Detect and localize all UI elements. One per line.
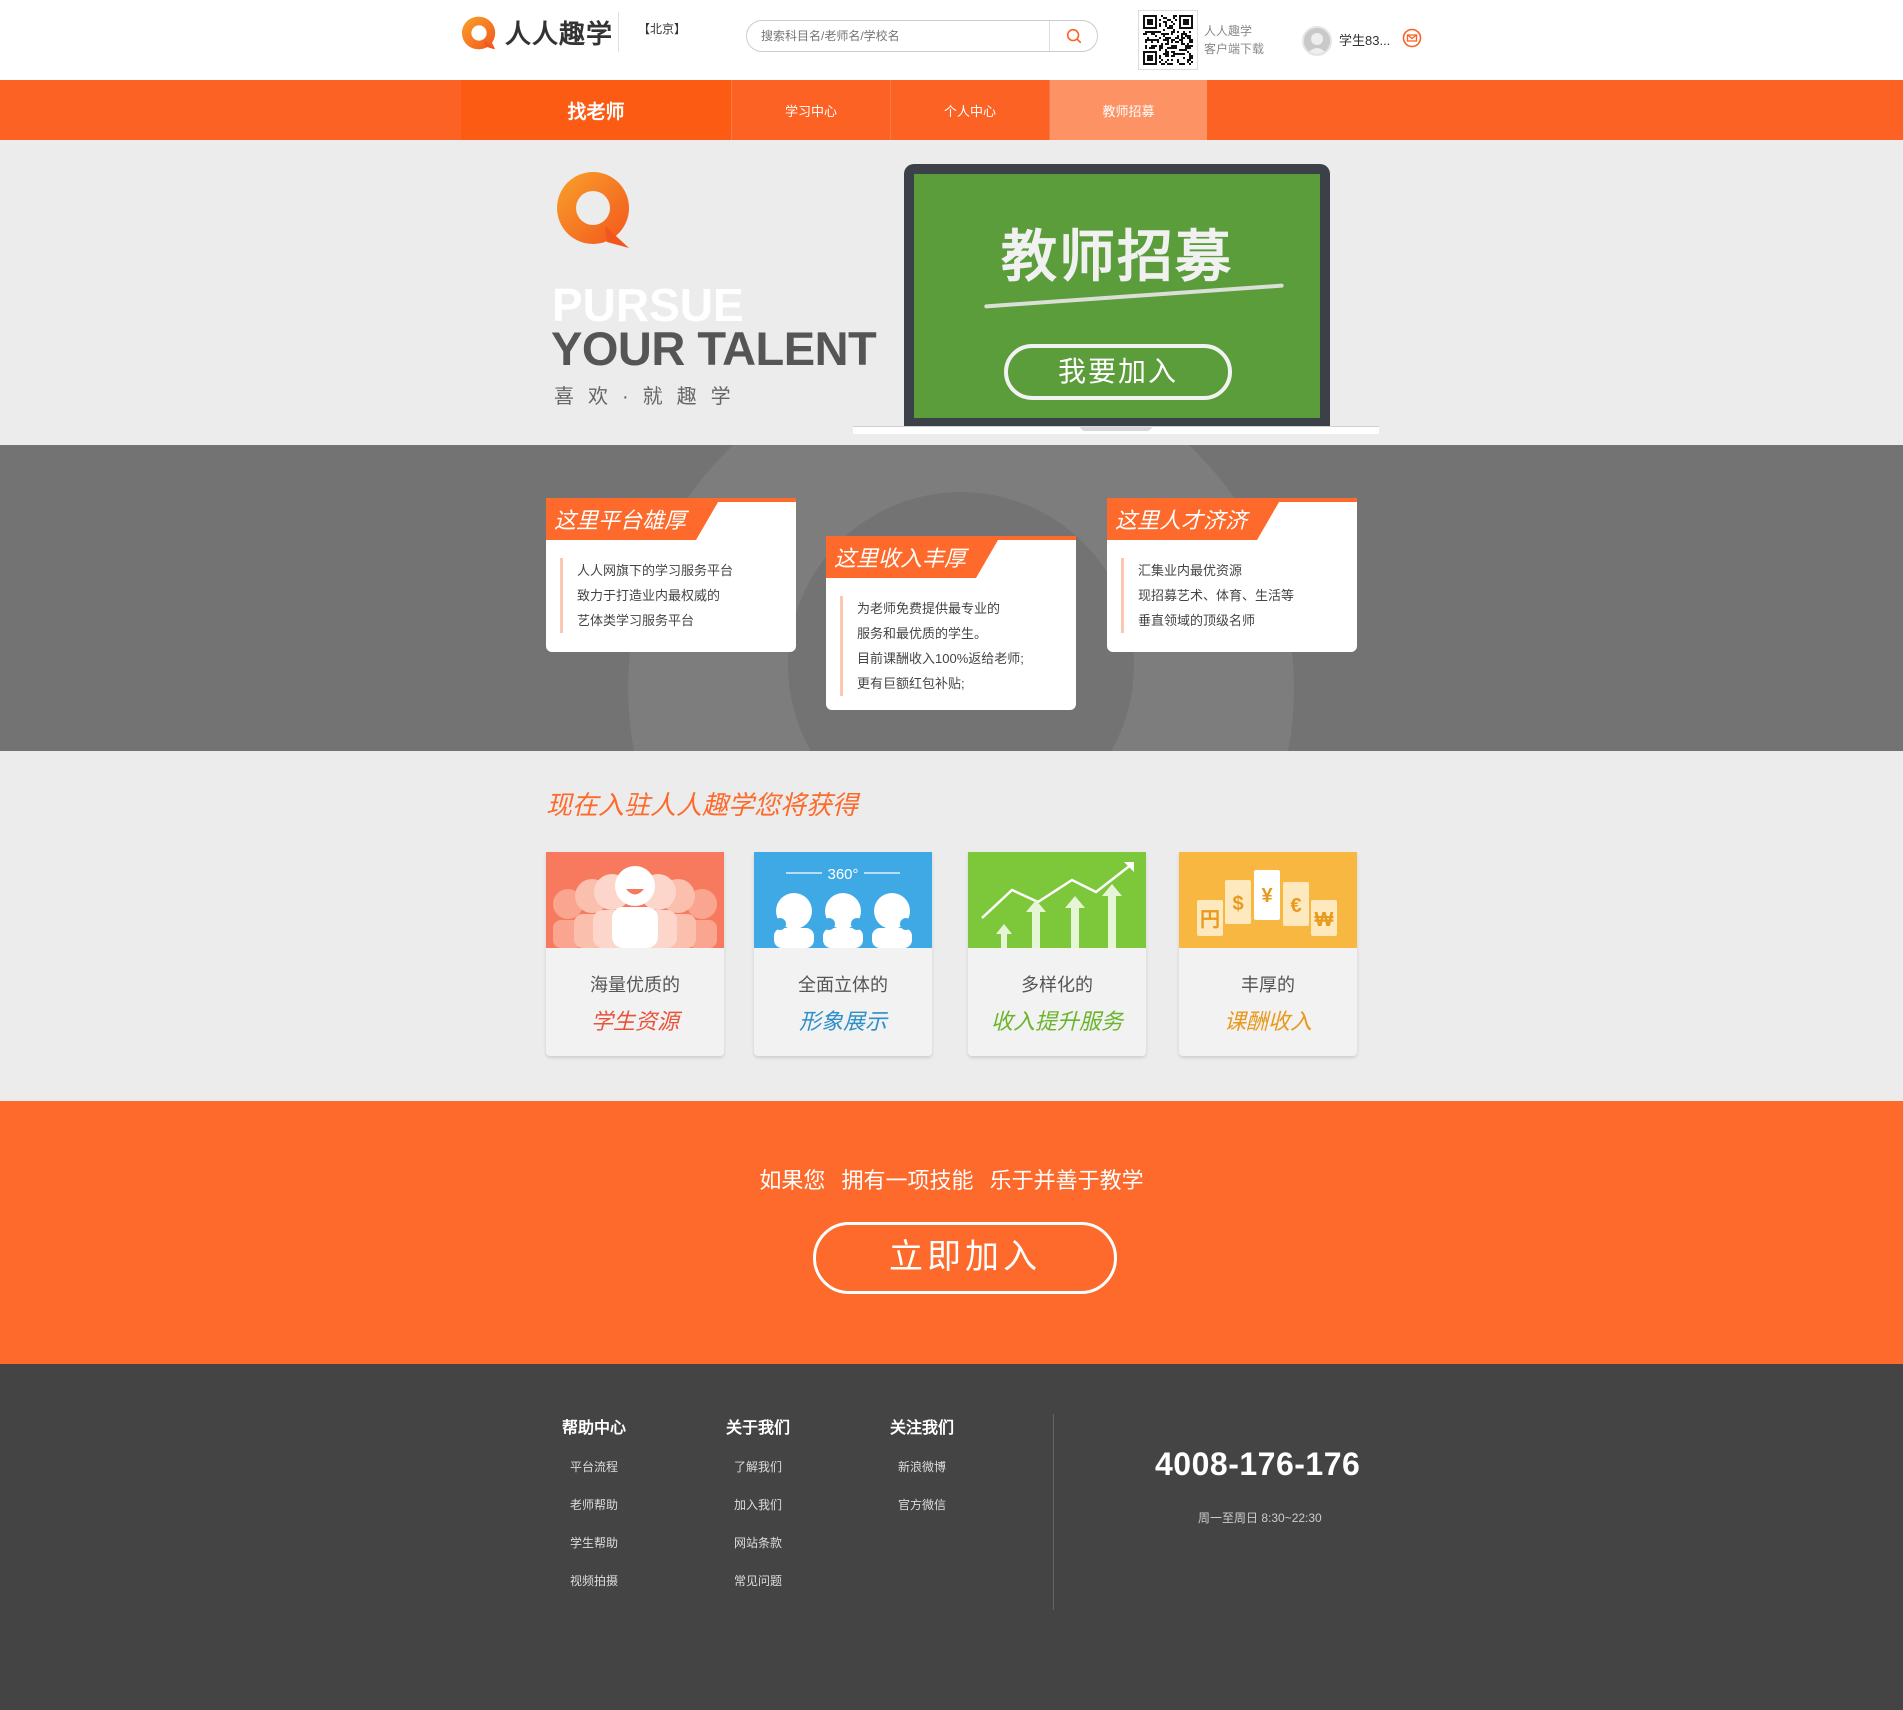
benefit-card-students: 海量优质的 学生资源 bbox=[546, 852, 724, 1056]
euro-symbol: € bbox=[1290, 895, 1301, 917]
laptop-notch bbox=[1080, 426, 1152, 431]
advantage-card-platform: 这里平台雄厚 人人网旗下的学习服务平台 致力于打造业内最权威的 艺体类学习服务平… bbox=[546, 498, 796, 652]
footer-column-about: 关于我们 了解我们 加入我们 网站条款 常见问题 bbox=[703, 1414, 813, 1610]
nav-learning-center[interactable]: 学习中心 bbox=[732, 80, 890, 140]
footer-column-title: 帮助中心 bbox=[561, 1420, 626, 1437]
main-nav: 找老师 学习中心 个人中心 教师招募 bbox=[0, 80, 1903, 140]
footer-column-help: 帮助中心 平台流程 老师帮助 学生帮助 视频拍摄 bbox=[539, 1414, 649, 1610]
search-divider bbox=[1049, 21, 1050, 51]
laptop-illustration: 教师招募 我要加入 bbox=[904, 164, 1330, 426]
logo-divider bbox=[618, 12, 619, 52]
footer-link[interactable]: 平台流程 bbox=[539, 1458, 649, 1496]
board-title: 教师招募 bbox=[1001, 227, 1233, 289]
advantage-line: 目前课酬收入100%返给老师; bbox=[857, 651, 1024, 666]
hotline-number: 4008-176-176 bbox=[1155, 1446, 1361, 1482]
dollar-symbol: $ bbox=[1232, 893, 1243, 915]
yuan-symbol: ¥ bbox=[1261, 885, 1273, 907]
yen-kanji-symbol: 円 bbox=[1200, 909, 1220, 931]
top-header: 人人趣学 【北京】 人人趣学 客户端下载 学生83... bbox=[0, 0, 1903, 80]
advantage-text: 人人网旗下的学习服务平台 致力于打造业内最权威的 艺体类学习服务平台 bbox=[560, 558, 733, 633]
footer-column-follow: 关注我们 新浪微博 官方微信 bbox=[867, 1414, 977, 1534]
footer-link[interactable]: 加入我们 bbox=[703, 1496, 813, 1534]
logo-icon bbox=[461, 16, 496, 49]
badge-360-text: 360° bbox=[827, 866, 858, 883]
search-input[interactable] bbox=[761, 21, 1051, 51]
advantage-line: 艺体类学习服务平台 bbox=[577, 613, 695, 628]
footer-link[interactable]: 网站条款 bbox=[703, 1534, 813, 1572]
cta-text: 如果您 拥有一项技能 乐于并善于教学 bbox=[759, 1168, 1144, 1193]
join-immediately-button[interactable]: 立即加入 bbox=[813, 1222, 1117, 1294]
benefit-subtitle: 海量优质的 bbox=[590, 975, 680, 995]
user-avatar-icon bbox=[1304, 28, 1330, 54]
qr-code-image bbox=[1138, 10, 1198, 70]
advantage-line: 为老师免费提供最专业的 bbox=[857, 601, 1001, 616]
advantage-text: 汇集业内最优资源 现招募艺术、体育、生活等 垂直领域的顶级名师 bbox=[1121, 558, 1294, 633]
nav-personal-center[interactable]: 个人中心 bbox=[891, 80, 1049, 140]
footer-link[interactable]: 官方微信 bbox=[867, 1496, 977, 1534]
benefit-card-income-service: 多样化的 收入提升服务 bbox=[968, 852, 1146, 1056]
footer-link[interactable]: 常见问题 bbox=[703, 1572, 813, 1610]
logo-text: 人人趣学 bbox=[505, 19, 614, 49]
benefit-card-pay: 円 $ ¥ € ₩ 丰厚的 课酬收入 bbox=[1179, 852, 1357, 1056]
benefit-subtitle: 丰厚的 bbox=[1241, 975, 1295, 995]
advantage-card-talent: 这里人才济济 汇集业内最优资源 现招募艺术、体育、生活等 垂直领域的顶级名师 bbox=[1107, 498, 1357, 652]
profile-360-icon: 360° bbox=[754, 852, 932, 948]
site-logo[interactable]: 人人趣学 bbox=[461, 14, 613, 51]
nav-teacher-recruit[interactable]: 教师招募 bbox=[1050, 80, 1207, 140]
username[interactable]: 学生83... bbox=[1339, 30, 1390, 49]
footer-link[interactable]: 新浪微博 bbox=[867, 1458, 977, 1496]
advantage-tag: 这里平台雄厚 bbox=[546, 502, 718, 540]
city-selector[interactable]: 【北京】 bbox=[638, 20, 686, 37]
message-icon[interactable] bbox=[1402, 28, 1422, 48]
qr-line1: 人人趣学 bbox=[1204, 24, 1253, 38]
benefit-card-image: 360° 全面立体的 形象展示 bbox=[754, 852, 932, 1056]
hero-banner: PURSUE YOUR TALENT 喜欢·就趣学 教师招募 我要加入 bbox=[0, 140, 1903, 445]
advantage-tag: 这里收入丰厚 bbox=[826, 540, 998, 578]
advantage-line: 现招募艺术、体育、生活等 bbox=[1138, 588, 1295, 603]
chalkboard-screen: 教师招募 我要加入 bbox=[914, 174, 1320, 418]
won-symbol: ₩ bbox=[1315, 909, 1334, 931]
footer-link[interactable]: 视频拍摄 bbox=[539, 1572, 649, 1610]
advantage-line: 服务和最优质的学生。 bbox=[857, 626, 988, 641]
footer-column-title: 关于我们 bbox=[725, 1420, 790, 1437]
footer-divider bbox=[1053, 1414, 1054, 1610]
benefits-section: 现在入驻人人趣学您将获得 海量优质的 学生资源 360° 全面立体的 形象展示 … bbox=[0, 751, 1903, 1101]
cta-section: 如果您 拥有一项技能 乐于并善于教学 立即加入 bbox=[0, 1101, 1903, 1364]
benefit-subtitle: 多样化的 bbox=[1021, 975, 1093, 995]
join-now-button[interactable]: 我要加入 bbox=[1004, 344, 1232, 400]
advantage-line: 人人网旗下的学习服务平台 bbox=[577, 563, 734, 578]
advantage-line: 汇集业内最优资源 bbox=[1138, 563, 1243, 578]
hero-slogan: 喜欢·就趣学 bbox=[554, 386, 745, 408]
advantage-line: 更有巨额红包补贴; bbox=[857, 676, 965, 691]
brand-logo-icon bbox=[557, 172, 629, 248]
qr-line2: 客户端下载 bbox=[1204, 42, 1265, 56]
service-hours: 周一至周日 8:30~22:30 bbox=[1198, 1511, 1322, 1525]
benefit-subtitle: 全面立体的 bbox=[798, 975, 888, 995]
hero-headline-line2: YOUR TALENT bbox=[551, 322, 877, 375]
growth-chart-icon bbox=[968, 852, 1146, 948]
advantage-line: 致力于打造业内最权威的 bbox=[577, 588, 721, 603]
advantages-section: 这里平台雄厚 人人网旗下的学习服务平台 致力于打造业内最权威的 艺体类学习服务平… bbox=[0, 445, 1903, 751]
benefit-title: 课酬收入 bbox=[1223, 1009, 1312, 1034]
advantage-text: 为老师免费提供最专业的 服务和最优质的学生。 目前课酬收入100%返给老师; 更… bbox=[840, 596, 1024, 696]
benefit-title: 收入提升服务 bbox=[990, 1009, 1123, 1034]
app-download-text[interactable]: 人人趣学 客户端下载 bbox=[1204, 22, 1264, 58]
advantage-tag: 这里人才济济 bbox=[1107, 502, 1279, 540]
search-box bbox=[746, 20, 1098, 52]
students-crowd-icon bbox=[546, 852, 724, 948]
currency-icon: 円 $ ¥ € ₩ bbox=[1179, 852, 1357, 948]
footer-link[interactable]: 了解我们 bbox=[703, 1458, 813, 1496]
footer-column-title: 关注我们 bbox=[889, 1420, 954, 1437]
benefit-title: 形象展示 bbox=[798, 1009, 887, 1034]
benefit-title: 学生资源 bbox=[590, 1009, 679, 1034]
footer-link[interactable]: 学生帮助 bbox=[539, 1534, 649, 1572]
footer-link[interactable]: 老师帮助 bbox=[539, 1496, 649, 1534]
avatar[interactable] bbox=[1302, 26, 1332, 56]
nav-find-teacher[interactable]: 找老师 bbox=[461, 80, 731, 140]
advantage-card-income: 这里收入丰厚 为老师免费提供最专业的 服务和最优质的学生。 目前课酬收入100%… bbox=[826, 536, 1076, 710]
site-footer: 帮助中心 平台流程 老师帮助 学生帮助 视频拍摄 关于我们 了解我们 加入我们 … bbox=[0, 1364, 1903, 1710]
advantage-line: 垂直领域的顶级名师 bbox=[1138, 613, 1256, 628]
search-icon[interactable] bbox=[1065, 27, 1083, 45]
benefits-title: 现在入驻人人趣学您将获得 bbox=[546, 790, 859, 820]
